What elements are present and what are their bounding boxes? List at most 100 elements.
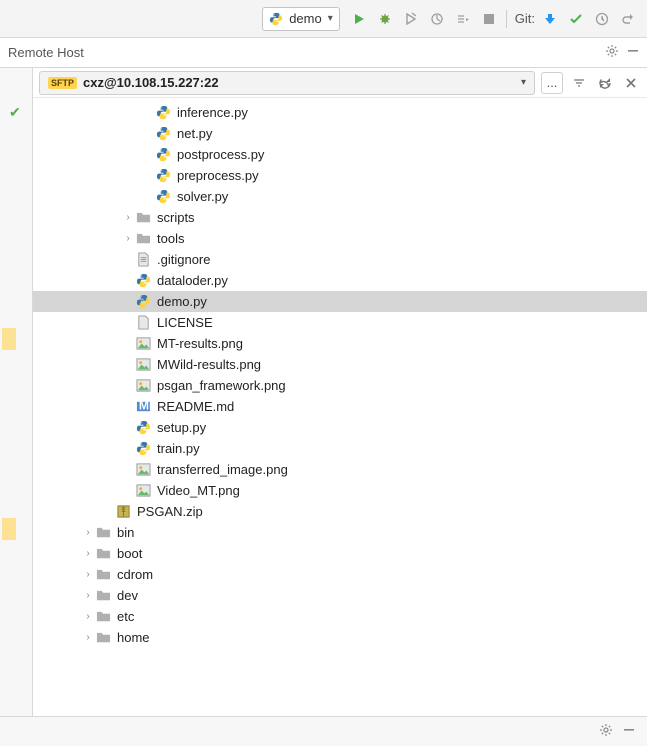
close-icon[interactable] xyxy=(621,73,641,93)
chevron-right-icon[interactable]: › xyxy=(81,527,95,538)
tree-item-label: dataloder.py xyxy=(157,273,228,288)
img-icon xyxy=(135,483,151,499)
filter-icon[interactable] xyxy=(569,73,589,93)
tree-row[interactable]: preprocess.py xyxy=(33,165,647,186)
py-icon xyxy=(155,147,171,163)
chevron-right-icon[interactable]: › xyxy=(81,590,95,601)
tree-row[interactable]: PSGAN.zip xyxy=(33,501,647,522)
check-icon: ✔ xyxy=(9,104,21,121)
tree-row[interactable]: setup.py xyxy=(33,417,647,438)
py-icon xyxy=(155,189,171,205)
tree-row[interactable]: › etc xyxy=(33,606,647,627)
tree-row[interactable]: transferred_image.png xyxy=(33,459,647,480)
host-text: cxz@10.108.15.227:22 xyxy=(83,75,515,90)
py-icon xyxy=(135,294,151,310)
gear-icon[interactable] xyxy=(599,723,613,740)
folder-icon xyxy=(95,567,111,583)
file-icon xyxy=(135,315,151,331)
tree-row[interactable]: inference.py xyxy=(33,102,647,123)
tree-item-label: PSGAN.zip xyxy=(137,504,203,519)
chevron-right-icon[interactable]: › xyxy=(81,548,95,559)
tree-row[interactable]: postprocess.py xyxy=(33,144,647,165)
run-button[interactable] xyxy=(348,7,370,31)
py-icon xyxy=(135,420,151,436)
folder-icon xyxy=(135,231,151,247)
tree-row[interactable]: MWild-results.png xyxy=(33,354,647,375)
tree-row[interactable]: Video_MT.png xyxy=(33,480,647,501)
tree-row[interactable]: demo.py xyxy=(33,291,647,312)
folder-icon xyxy=(95,588,111,604)
tree-item-label: setup.py xyxy=(157,420,206,435)
git-label: Git: xyxy=(515,11,535,26)
stop-button[interactable] xyxy=(478,7,500,31)
coverage-button[interactable] xyxy=(400,7,422,31)
tree-row[interactable]: ›tools xyxy=(33,228,647,249)
tree-row[interactable]: psgan_framework.png xyxy=(33,375,647,396)
tree-item-label: boot xyxy=(117,546,142,561)
tree-item-label: cdrom xyxy=(117,567,153,582)
git-revert-button[interactable] xyxy=(617,7,639,31)
git-commit-button[interactable] xyxy=(565,7,587,31)
py-icon xyxy=(135,273,151,289)
gutter-mark xyxy=(2,328,16,350)
tree-row[interactable]: train.py xyxy=(33,438,647,459)
tree-row[interactable]: net.py xyxy=(33,123,647,144)
tree-item-label: home xyxy=(117,630,150,645)
tree-item-label: psgan_framework.png xyxy=(157,378,286,393)
run-config-label: demo xyxy=(289,11,322,26)
tree-row[interactable]: ›scripts xyxy=(33,207,647,228)
tree-item-label: preprocess.py xyxy=(177,168,259,183)
git-history-button[interactable] xyxy=(591,7,613,31)
run-config-combo[interactable]: demo ▾ xyxy=(262,7,340,31)
py-icon xyxy=(155,126,171,142)
body-area: ✔ SFTP cxz@10.108.15.227:22 ▾ ... infere… xyxy=(0,68,647,716)
tree-item-label: transferred_image.png xyxy=(157,462,288,477)
folder-icon xyxy=(95,609,111,625)
tree-row[interactable]: › home xyxy=(33,627,647,648)
chevron-right-icon[interactable]: › xyxy=(81,611,95,622)
folder-icon xyxy=(95,546,111,562)
host-more-button[interactable]: ... xyxy=(541,72,563,94)
tree-row[interactable]: LICENSE xyxy=(33,312,647,333)
gutter-mark xyxy=(2,518,16,540)
chevron-right-icon[interactable]: › xyxy=(121,212,135,223)
chevron-right-icon[interactable]: › xyxy=(81,569,95,580)
minimize-icon[interactable] xyxy=(627,45,639,60)
tree-row[interactable]: › dev xyxy=(33,585,647,606)
tree-row[interactable]: › boot xyxy=(33,543,647,564)
debug-button[interactable] xyxy=(374,7,396,31)
tree-row[interactable]: .gitignore xyxy=(33,249,647,270)
tree-item-label: .gitignore xyxy=(157,252,210,267)
panel-title: Remote Host xyxy=(8,45,605,60)
tree-item-label: solver.py xyxy=(177,189,228,204)
gear-icon[interactable] xyxy=(605,44,619,61)
minimize-icon[interactable] xyxy=(623,724,635,739)
chevron-right-icon[interactable]: › xyxy=(121,233,135,244)
tree-item-label: LICENSE xyxy=(157,315,213,330)
tree-row[interactable]: MD README.md xyxy=(33,396,647,417)
svg-text:MD: MD xyxy=(138,399,150,412)
img-icon xyxy=(135,336,151,352)
py-icon xyxy=(155,105,171,121)
md-icon: MD xyxy=(135,399,151,415)
concurrent-button[interactable] xyxy=(452,7,474,31)
tree-item-label: net.py xyxy=(177,126,212,141)
tree-row[interactable]: ›bin xyxy=(33,522,647,543)
chevron-right-icon[interactable]: › xyxy=(81,632,95,643)
tree-row[interactable]: MT-results.png xyxy=(33,333,647,354)
tree-row[interactable]: › cdrom xyxy=(33,564,647,585)
tree-item-label: postprocess.py xyxy=(177,147,264,162)
folder-icon xyxy=(135,210,151,226)
file-tree[interactable]: inference.py net.py postprocess.py preproce… xyxy=(33,98,647,716)
refresh-icon[interactable] xyxy=(595,73,615,93)
tree-item-label: MT-results.png xyxy=(157,336,243,351)
host-dropdown[interactable]: SFTP cxz@10.108.15.227:22 ▾ xyxy=(39,71,535,95)
tree-row[interactable]: dataloder.py xyxy=(33,270,647,291)
img-icon xyxy=(135,378,151,394)
tree-item-label: dev xyxy=(117,588,138,603)
tree-item-label: README.md xyxy=(157,399,234,414)
tree-item-label: etc xyxy=(117,609,134,624)
profile-button[interactable] xyxy=(426,7,448,31)
git-update-button[interactable] xyxy=(539,7,561,31)
tree-row[interactable]: solver.py xyxy=(33,186,647,207)
